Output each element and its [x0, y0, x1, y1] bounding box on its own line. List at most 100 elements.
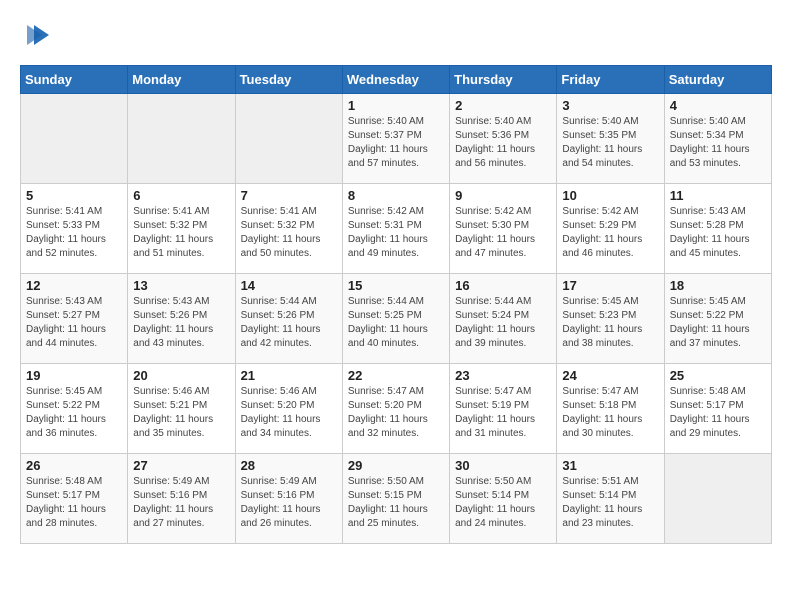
day-number: 21	[241, 368, 337, 383]
calendar-cell: 23Sunrise: 5:47 AM Sunset: 5:19 PM Dayli…	[450, 364, 557, 454]
calendar-cell: 16 Sunrise: 5:44 AM Sunset: 5:24 PM Dayli…	[450, 274, 557, 364]
day-info: Sunrise: 5:43 AM Sunset: 5:26 PM Dayligh…	[133, 295, 229, 351]
calendar-cell: 18 Sunrise: 5:45 AM Sunset: 5:22 PM Dayli…	[664, 274, 771, 364]
day-number: 7	[241, 188, 337, 203]
calendar-cell: 26 Sunrise: 5:48 AM Sunset: 5:17 PM Dayli…	[21, 454, 128, 544]
calendar-cell: 15 Sunrise: 5:44 AM Sunset: 5:25 PM Dayli…	[342, 274, 449, 364]
weekday-header-saturday: Saturday	[664, 66, 771, 94]
day-info: Sunrise: 5:46 AM Sunset: 5:21 PM Dayligh…	[133, 385, 229, 441]
calendar-cell: 30 Sunrise: 5:50 AM Sunset: 5:14 PM Dayli…	[450, 454, 557, 544]
calendar-cell: 7 Sunrise: 5:41 AM Sunset: 5:32 PM Daylig…	[235, 184, 342, 274]
day-number: 8	[348, 188, 444, 203]
day-info: Sunrise: 5:47 AM Sunset: 5:20 PM Dayligh…	[348, 385, 444, 441]
day-info: Sunrise: 5:50 AM Sunset: 5:14 PM Dayligh…	[455, 475, 551, 531]
day-info: Sunrise: 5:41 AM Sunset: 5:33 PM Dayligh…	[26, 205, 122, 261]
day-number: 5	[26, 188, 122, 203]
day-info: Sunrise: 5:45 AM Sunset: 5:22 PM Dayligh…	[670, 295, 766, 351]
calendar-cell: 22Sunrise: 5:47 AM Sunset: 5:20 PM Dayli…	[342, 364, 449, 454]
day-number: 23	[455, 368, 551, 383]
day-info: Sunrise: 5:42 AM Sunset: 5:30 PM Dayligh…	[455, 205, 551, 261]
logo	[20, 20, 54, 50]
calendar-cell: 19 Sunrise: 5:45 AM Sunset: 5:22 PM Dayli…	[21, 364, 128, 454]
weekday-header-wednesday: Wednesday	[342, 66, 449, 94]
day-number: 9	[455, 188, 551, 203]
day-number: 24	[562, 368, 658, 383]
calendar-cell: 5 Sunrise: 5:41 AM Sunset: 5:33 PM Daylig…	[21, 184, 128, 274]
day-number: 19	[26, 368, 122, 383]
day-number: 16	[455, 278, 551, 293]
logo-icon	[24, 20, 54, 50]
day-info: Sunrise: 5:48 AM Sunset: 5:17 PM Dayligh…	[670, 385, 766, 441]
calendar-cell: 25 Sunrise: 5:48 AM Sunset: 5:17 PM Dayli…	[664, 364, 771, 454]
day-number: 25	[670, 368, 766, 383]
day-number: 28	[241, 458, 337, 473]
calendar-cell: 3 Sunrise: 5:40 AM Sunset: 5:35 PM Daylig…	[557, 94, 664, 184]
day-number: 17	[562, 278, 658, 293]
calendar-cell: 12 Sunrise: 5:43 AM Sunset: 5:27 PM Dayli…	[21, 274, 128, 364]
calendar-cell: 10 Sunrise: 5:42 AM Sunset: 5:29 PM Dayli…	[557, 184, 664, 274]
day-number: 2	[455, 98, 551, 113]
calendar-cell	[21, 94, 128, 184]
calendar-cell: 1Sunrise: 5:40 AM Sunset: 5:37 PM Daylig…	[342, 94, 449, 184]
calendar-table: SundayMondayTuesdayWednesdayThursdayFrid…	[20, 65, 772, 544]
weekday-header-friday: Friday	[557, 66, 664, 94]
day-info: Sunrise: 5:44 AM Sunset: 5:24 PM Dayligh…	[455, 295, 551, 351]
day-info: Sunrise: 5:40 AM Sunset: 5:36 PM Dayligh…	[455, 115, 551, 171]
day-info: Sunrise: 5:45 AM Sunset: 5:23 PM Dayligh…	[562, 295, 658, 351]
day-info: Sunrise: 5:42 AM Sunset: 5:29 PM Dayligh…	[562, 205, 658, 261]
weekday-header-thursday: Thursday	[450, 66, 557, 94]
calendar-cell: 29 Sunrise: 5:50 AM Sunset: 5:15 PM Dayli…	[342, 454, 449, 544]
day-info: Sunrise: 5:49 AM Sunset: 5:16 PM Dayligh…	[133, 475, 229, 531]
day-info: Sunrise: 5:51 AM Sunset: 5:14 PM Dayligh…	[562, 475, 658, 531]
calendar-cell: 21 Sunrise: 5:46 AM Sunset: 5:20 PM Dayli…	[235, 364, 342, 454]
day-number: 20	[133, 368, 229, 383]
calendar-cell: 14Sunrise: 5:44 AM Sunset: 5:26 PM Dayli…	[235, 274, 342, 364]
day-info: Sunrise: 5:46 AM Sunset: 5:20 PM Dayligh…	[241, 385, 337, 441]
day-number: 12	[26, 278, 122, 293]
calendar-cell: 13 Sunrise: 5:43 AM Sunset: 5:26 PM Dayli…	[128, 274, 235, 364]
calendar-cell: 24Sunrise: 5:47 AM Sunset: 5:18 PM Dayli…	[557, 364, 664, 454]
day-number: 30	[455, 458, 551, 473]
day-info: Sunrise: 5:40 AM Sunset: 5:35 PM Dayligh…	[562, 115, 658, 171]
calendar-cell: 28 Sunrise: 5:49 AM Sunset: 5:16 PM Dayli…	[235, 454, 342, 544]
page-header	[20, 20, 772, 50]
calendar-cell: 2 Sunrise: 5:40 AM Sunset: 5:36 PM Daylig…	[450, 94, 557, 184]
calendar-cell: 27 Sunrise: 5:49 AM Sunset: 5:16 PM Dayli…	[128, 454, 235, 544]
day-info: Sunrise: 5:44 AM Sunset: 5:26 PM Dayligh…	[241, 295, 337, 351]
calendar-cell: 4 Sunrise: 5:40 AM Sunset: 5:34 PM Daylig…	[664, 94, 771, 184]
day-number: 10	[562, 188, 658, 203]
day-info: Sunrise: 5:49 AM Sunset: 5:16 PM Dayligh…	[241, 475, 337, 531]
day-info: Sunrise: 5:41 AM Sunset: 5:32 PM Dayligh…	[241, 205, 337, 261]
weekday-header-tuesday: Tuesday	[235, 66, 342, 94]
day-number: 18	[670, 278, 766, 293]
day-number: 26	[26, 458, 122, 473]
calendar-cell: 20 Sunrise: 5:46 AM Sunset: 5:21 PM Dayli…	[128, 364, 235, 454]
day-info: Sunrise: 5:50 AM Sunset: 5:15 PM Dayligh…	[348, 475, 444, 531]
calendar-cell	[664, 454, 771, 544]
day-number: 3	[562, 98, 658, 113]
day-number: 11	[670, 188, 766, 203]
weekday-header-monday: Monday	[128, 66, 235, 94]
day-number: 27	[133, 458, 229, 473]
day-info: Sunrise: 5:40 AM Sunset: 5:34 PM Dayligh…	[670, 115, 766, 171]
weekday-header-sunday: Sunday	[21, 66, 128, 94]
day-number: 15	[348, 278, 444, 293]
day-info: Sunrise: 5:48 AM Sunset: 5:17 PM Dayligh…	[26, 475, 122, 531]
day-info: Sunrise: 5:45 AM Sunset: 5:22 PM Dayligh…	[26, 385, 122, 441]
calendar-cell: 17 Sunrise: 5:45 AM Sunset: 5:23 PM Dayli…	[557, 274, 664, 364]
calendar-cell: 9 Sunrise: 5:42 AM Sunset: 5:30 PM Daylig…	[450, 184, 557, 274]
day-number: 13	[133, 278, 229, 293]
calendar-cell: 31 Sunrise: 5:51 AM Sunset: 5:14 PM Dayli…	[557, 454, 664, 544]
calendar-cell: 11 Sunrise: 5:43 AM Sunset: 5:28 PM Dayli…	[664, 184, 771, 274]
day-number: 4	[670, 98, 766, 113]
day-info: Sunrise: 5:43 AM Sunset: 5:27 PM Dayligh…	[26, 295, 122, 351]
day-info: Sunrise: 5:44 AM Sunset: 5:25 PM Dayligh…	[348, 295, 444, 351]
day-number: 31	[562, 458, 658, 473]
calendar-cell: 6Sunrise: 5:41 AM Sunset: 5:32 PM Daylig…	[128, 184, 235, 274]
calendar-cell	[128, 94, 235, 184]
day-number: 29	[348, 458, 444, 473]
day-info: Sunrise: 5:42 AM Sunset: 5:31 PM Dayligh…	[348, 205, 444, 261]
day-number: 6	[133, 188, 229, 203]
calendar-cell	[235, 94, 342, 184]
day-info: Sunrise: 5:43 AM Sunset: 5:28 PM Dayligh…	[670, 205, 766, 261]
